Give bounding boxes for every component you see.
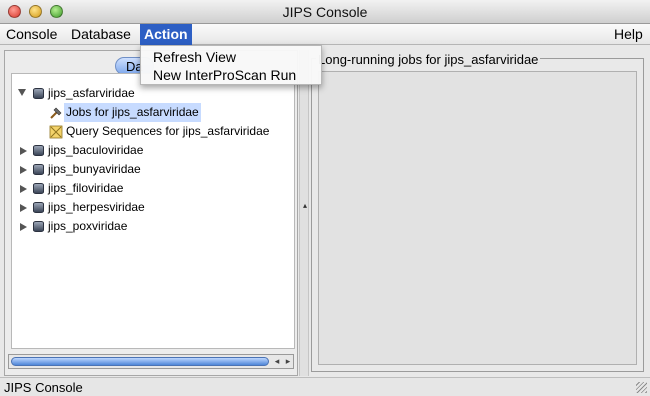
- menu-help[interactable]: Help: [610, 24, 647, 45]
- database-icon: [33, 145, 44, 156]
- jobs-panel-title: Long-running jobs for jips_asfarviridae: [316, 52, 541, 67]
- tree-node-bunyaviridae[interactable]: jips_bunyaviridae: [12, 160, 294, 179]
- tree-node-baculoviridae[interactable]: jips_baculoviridae: [12, 141, 294, 160]
- menu-console[interactable]: Console: [2, 24, 61, 45]
- split-pane-divider[interactable]: ▴: [299, 50, 309, 376]
- tree-node-label: Jobs for jips_asfarviridae: [64, 103, 201, 122]
- horizontal-scrollbar[interactable]: ◂ ▸: [8, 354, 294, 369]
- tree-node-filoviridae[interactable]: jips_filoviridae: [12, 179, 294, 198]
- jobs-list-area: [318, 71, 637, 365]
- database-icon: [33, 164, 44, 175]
- collapse-arrow-icon[interactable]: ▴: [301, 201, 309, 210]
- database-icon: [33, 183, 44, 194]
- menu-item-new-interproscan-run[interactable]: New InterProScan Run: [153, 66, 296, 84]
- disclosure-closed-icon[interactable]: [20, 223, 27, 231]
- disclosure-open-icon[interactable]: [18, 89, 26, 96]
- tree-node-query-sequences[interactable]: Query Sequences for jips_asfarviridae: [12, 122, 294, 141]
- tree-node-label: jips_bunyaviridae: [48, 162, 141, 176]
- menu-item-refresh-view[interactable]: Refresh View: [153, 48, 236, 66]
- tree-node-label: jips_baculoviridae: [48, 143, 144, 157]
- database-panel: Da jips_asfarviridae Jobs for jips_asfar…: [4, 50, 298, 376]
- scroll-right-arrow-icon[interactable]: ▸: [282, 356, 294, 367]
- disclosure-closed-icon[interactable]: [20, 185, 27, 193]
- sequence-icon: [49, 125, 63, 139]
- window-title: JIPS Console: [282, 4, 368, 20]
- jobs-panel: [311, 58, 644, 372]
- tree-node-asfarviridae[interactable]: jips_asfarviridae: [12, 84, 294, 103]
- menu-database[interactable]: Database: [67, 24, 135, 45]
- tree-node-label: jips_poxviridae: [48, 219, 128, 233]
- resize-grip-icon[interactable]: [636, 382, 647, 393]
- tree-node-jobs[interactable]: Jobs for jips_asfarviridae: [12, 103, 294, 122]
- database-icon: [33, 88, 44, 99]
- tree-node-poxviridae[interactable]: jips_poxviridae: [12, 217, 294, 236]
- database-icon: [33, 202, 44, 213]
- action-menu-dropdown: Refresh View New InterProScan Run: [140, 45, 322, 85]
- disclosure-closed-icon[interactable]: [20, 166, 27, 174]
- database-tree: jips_asfarviridae Jobs for jips_asfarvir…: [11, 73, 295, 349]
- menu-action[interactable]: Action: [140, 24, 192, 45]
- disclosure-closed-icon[interactable]: [20, 204, 27, 212]
- tree-node-label: jips_filoviridae: [48, 181, 124, 195]
- scrollbar-thumb[interactable]: [11, 357, 269, 366]
- tree-node-herpesviridae[interactable]: jips_herpesviridae: [12, 198, 294, 217]
- tree-node-label: jips_asfarviridae: [48, 86, 135, 100]
- hammer-icon: [50, 107, 62, 119]
- status-bar: JIPS Console: [0, 377, 650, 396]
- disclosure-closed-icon[interactable]: [20, 147, 27, 155]
- database-icon: [33, 221, 44, 232]
- tree-node-label: jips_herpesviridae: [48, 200, 145, 214]
- status-text: JIPS Console: [4, 380, 83, 395]
- tree-node-label: Query Sequences for jips_asfarviridae: [66, 124, 270, 138]
- menu-bar: Console Database Action Help: [0, 24, 650, 45]
- title-bar: JIPS Console: [0, 0, 650, 24]
